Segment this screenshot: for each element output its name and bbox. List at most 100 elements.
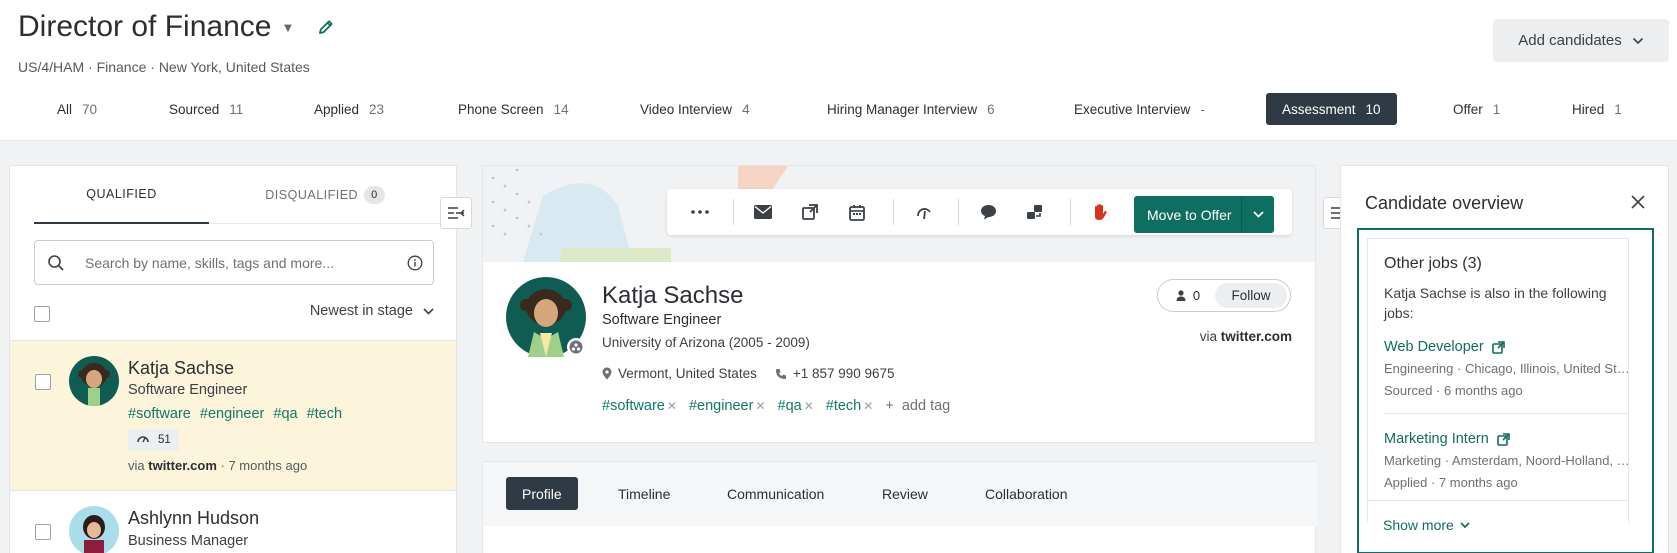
chevron-down-icon — [1632, 37, 1643, 44]
other-jobs-section: Other jobs (3) Katja Sachse is also in t… — [1357, 228, 1654, 553]
close-icon[interactable] — [1629, 193, 1647, 211]
tab-disqualified[interactable]: DISQUALIFIED 0 — [209, 166, 441, 224]
tag[interactable]: #engineer — [200, 406, 265, 422]
candidate-checkbox[interactable] — [35, 524, 51, 540]
stage-all[interactable]: All 70 — [41, 93, 113, 125]
tab-profile[interactable]: Profile — [506, 477, 578, 510]
qualification-tabs: QUALIFIED DISQUALIFIED 0 — [34, 166, 441, 224]
follow-control: 0 Follow — [1157, 279, 1291, 312]
job-subtitle: US/4/HAM · Finance · New York, United St… — [18, 59, 310, 75]
move-label: Move to Offer — [1147, 206, 1232, 223]
tab-review[interactable]: Review — [866, 477, 944, 510]
stage-applied[interactable]: Applied 23 — [298, 93, 400, 125]
stage-count: 1 — [1614, 101, 1622, 117]
stage-assessment[interactable]: Assessment 10 — [1266, 93, 1397, 125]
toolbar-divider — [893, 199, 894, 225]
other-job-title: Web Developer — [1384, 339, 1484, 355]
candidate-card[interactable]: Katja Sachse Software Engineer #software… — [10, 340, 456, 490]
candidate-name[interactable]: Ashlynn Hudson — [128, 508, 259, 529]
other-job-link[interactable]: Web Developer — [1384, 339, 1505, 355]
other-job-link[interactable]: Marketing Intern — [1384, 431, 1510, 447]
candidate-overview-panel: Candidate overview Other jobs (3) Katja … — [1340, 165, 1669, 553]
select-all-checkbox[interactable] — [34, 306, 50, 322]
transfer-icon[interactable] — [1023, 201, 1045, 223]
profile-tabs: Profile Timeline Communication Review Co… — [483, 462, 1317, 526]
followers-count[interactable]: 0 — [1161, 288, 1215, 303]
tab-collaboration[interactable]: Collaboration — [969, 477, 1084, 510]
stage-label: All — [57, 101, 73, 117]
email-icon[interactable] — [752, 201, 774, 223]
search-icon — [47, 254, 65, 272]
candidate-role: Software Engineer — [128, 382, 248, 398]
candidate-tags: #software #engineer #qa #tech — [128, 406, 342, 422]
stage-label: Assessment — [1282, 101, 1356, 117]
other-job-details: Engineering · Chicago, Illinois, United … — [1384, 361, 1634, 376]
follow-button[interactable]: Follow — [1215, 283, 1287, 308]
stage-label: Video Interview — [640, 101, 733, 117]
tab-communication[interactable]: Communication — [711, 477, 840, 510]
other-jobs-card: Other jobs (3) Katja Sachse is also in t… — [1367, 238, 1634, 523]
job-title[interactable]: Director of Finance — [18, 10, 271, 44]
stage-count: 14 — [553, 101, 569, 117]
stage-hired[interactable]: Hired 1 — [1556, 93, 1638, 125]
share-icon[interactable] — [799, 201, 821, 223]
stage-sourced[interactable]: Sourced 11 — [153, 93, 259, 125]
add-candidates-button[interactable]: Add candidates — [1493, 19, 1669, 62]
toolbar-divider — [733, 199, 734, 225]
collapse-icon — [448, 207, 465, 219]
stage-count: - — [1200, 101, 1205, 117]
show-more-button[interactable]: Show more — [1383, 517, 1470, 533]
stage-executive-interview[interactable]: Executive Interview - — [1058, 93, 1221, 125]
via-time: · 7 months ago — [220, 458, 308, 473]
more-icon[interactable] — [689, 201, 711, 223]
score-badge: 51 — [128, 429, 179, 451]
stage-label: Hiring Manager Interview — [827, 101, 978, 117]
other-job-details: Marketing · Amsterdam, Noord-Holland, Ne… — [1384, 453, 1634, 468]
move-to-offer-button[interactable]: Move to Offer — [1134, 196, 1274, 233]
chevron-down-icon[interactable]: ▼ — [281, 20, 294, 35]
sort-dropdown[interactable]: Newest in stage — [310, 303, 434, 319]
calendar-icon[interactable] — [846, 201, 868, 223]
stage-hiring-manager-interview[interactable]: Hiring Manager Interview 6 — [811, 93, 1011, 125]
candidate-checkbox[interactable] — [35, 374, 51, 390]
avatar — [69, 356, 119, 406]
collapse-left-panel-button[interactable] — [440, 197, 472, 229]
job-title-row: Director of Finance ▼ — [18, 10, 336, 44]
stage-label: Sourced — [169, 101, 220, 117]
other-job-status: Applied · 7 months ago — [1384, 475, 1518, 490]
count-badge: 0 — [364, 186, 385, 204]
chevron-down-icon[interactable] — [1242, 211, 1274, 218]
via-prefix: via — [128, 458, 145, 473]
other-job-title: Marketing Intern — [1384, 431, 1489, 447]
disqualify-hand-icon[interactable] — [1089, 201, 1111, 223]
tag[interactable]: #tech — [307, 406, 342, 422]
stage-label: Hired — [1572, 101, 1605, 117]
stage-video-interview[interactable]: Video Interview 4 — [624, 93, 766, 125]
score-value: 51 — [158, 434, 171, 446]
candidate-card[interactable]: Ashlynn Hudson Business Manager — [10, 490, 456, 553]
candidate-name[interactable]: Katja Sachse — [128, 358, 234, 379]
info-icon[interactable] — [407, 255, 423, 271]
comment-icon[interactable] — [977, 201, 999, 223]
stage-phone-screen[interactable]: Phone Screen 14 — [442, 93, 585, 125]
tag[interactable]: #software — [128, 406, 191, 422]
other-jobs-title: Other jobs (3) — [1384, 255, 1482, 272]
toolbar-divider — [1070, 199, 1071, 225]
candidate-source: via twitter.com · 7 months ago — [128, 458, 307, 473]
stage-label: Phone Screen — [458, 101, 544, 117]
tab-label: QUALIFIED — [86, 187, 157, 201]
tab-timeline[interactable]: Timeline — [602, 477, 686, 510]
tab-label: DISQUALIFIED — [265, 188, 359, 202]
job-header: Director of Finance ▼ US/4/HAM · Finance… — [0, 0, 1677, 141]
sort-label: Newest in stage — [309, 303, 413, 319]
profile-tabs-card: Profile Timeline Communication Review Co… — [482, 461, 1317, 553]
pencil-icon[interactable] — [316, 17, 336, 37]
candidate-search — [34, 240, 434, 285]
evaluation-icon[interactable] — [913, 201, 935, 223]
candidate-list-panel: QUALIFIED DISQUALIFIED0 Newest in stage … — [9, 165, 457, 553]
stage-offer[interactable]: Offer 1 — [1437, 93, 1516, 125]
search-input[interactable] — [85, 254, 385, 271]
show-more-label: Show more — [1383, 517, 1454, 533]
tag[interactable]: #qa — [273, 406, 297, 422]
tab-qualified[interactable]: QUALIFIED — [34, 166, 209, 224]
